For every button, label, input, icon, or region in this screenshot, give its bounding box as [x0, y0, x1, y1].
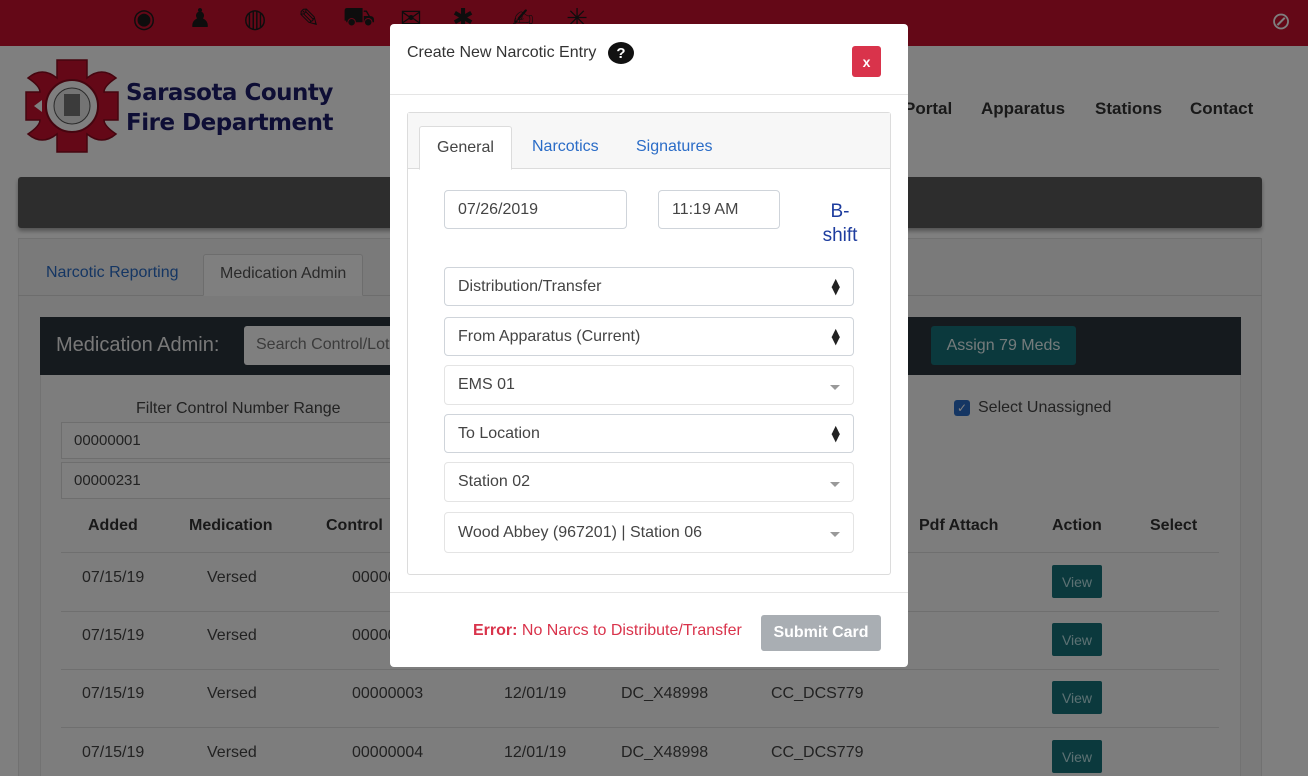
tab-narcotics[interactable]: Narcotics [515, 126, 616, 170]
error-label: Error: [473, 622, 518, 639]
chevron-down-icon [830, 532, 840, 537]
chevron-down-icon [830, 384, 840, 390]
to-location-value: Station 02 [458, 473, 531, 490]
close-button[interactable]: x [852, 46, 881, 77]
person-value: Wood Abbey (967201) | Station 06 [458, 523, 703, 541]
shift-label: B- shift [818, 200, 862, 248]
help-icon[interactable]: ? [608, 42, 634, 64]
person-select[interactable]: Wood Abbey (967201) | Station 06 [444, 512, 854, 553]
tab-general[interactable]: General [419, 126, 512, 170]
to-type-select[interactable]: To Location ▲ ▼ [444, 414, 854, 453]
date-value: 07/26/2019 [458, 200, 539, 218]
date-input[interactable]: 07/26/2019 [444, 190, 627, 229]
to-location-select[interactable]: Station 02 [444, 462, 854, 502]
modal-tabs: General Narcotics Signatures [408, 113, 890, 170]
select-arrows-icon: ▲ ▼ [831, 275, 840, 297]
shift-line-2: shift [822, 225, 858, 246]
entry-type-value: Distribution/Transfer [458, 277, 602, 295]
from-type-value: From Apparatus (Current) [458, 327, 641, 345]
from-type-select[interactable]: From Apparatus (Current) ▲ ▼ [444, 317, 854, 356]
time-input[interactable]: 11:19 AM [658, 190, 780, 229]
select-arrows-icon: ▲ ▼ [831, 422, 840, 444]
entry-type-select[interactable]: Distribution/Transfer ▲ ▼ [444, 267, 854, 306]
to-type-value: To Location [458, 424, 540, 442]
tab-signatures[interactable]: Signatures [619, 126, 730, 170]
create-narcotic-entry-modal: Create New Narcotic Entry ? x General Na… [390, 24, 908, 667]
time-value: 11:19 AM [672, 200, 739, 218]
from-apparatus-select[interactable]: EMS 01 [444, 365, 854, 405]
modal-header: Create New Narcotic Entry ? x [390, 24, 908, 95]
modal-title: Create New Narcotic Entry [407, 44, 597, 61]
from-apparatus-value: EMS 01 [458, 376, 515, 393]
shift-line-1: B- [830, 201, 850, 222]
submit-card-button[interactable]: Submit Card [761, 615, 881, 651]
error-text: No Narcs to Distribute/Transfer [517, 622, 742, 639]
error-message: Error: No Narcs to Distribute/Transfer [473, 622, 742, 640]
chevron-down-icon [830, 481, 840, 487]
select-arrows-icon: ▲ ▼ [831, 325, 840, 347]
